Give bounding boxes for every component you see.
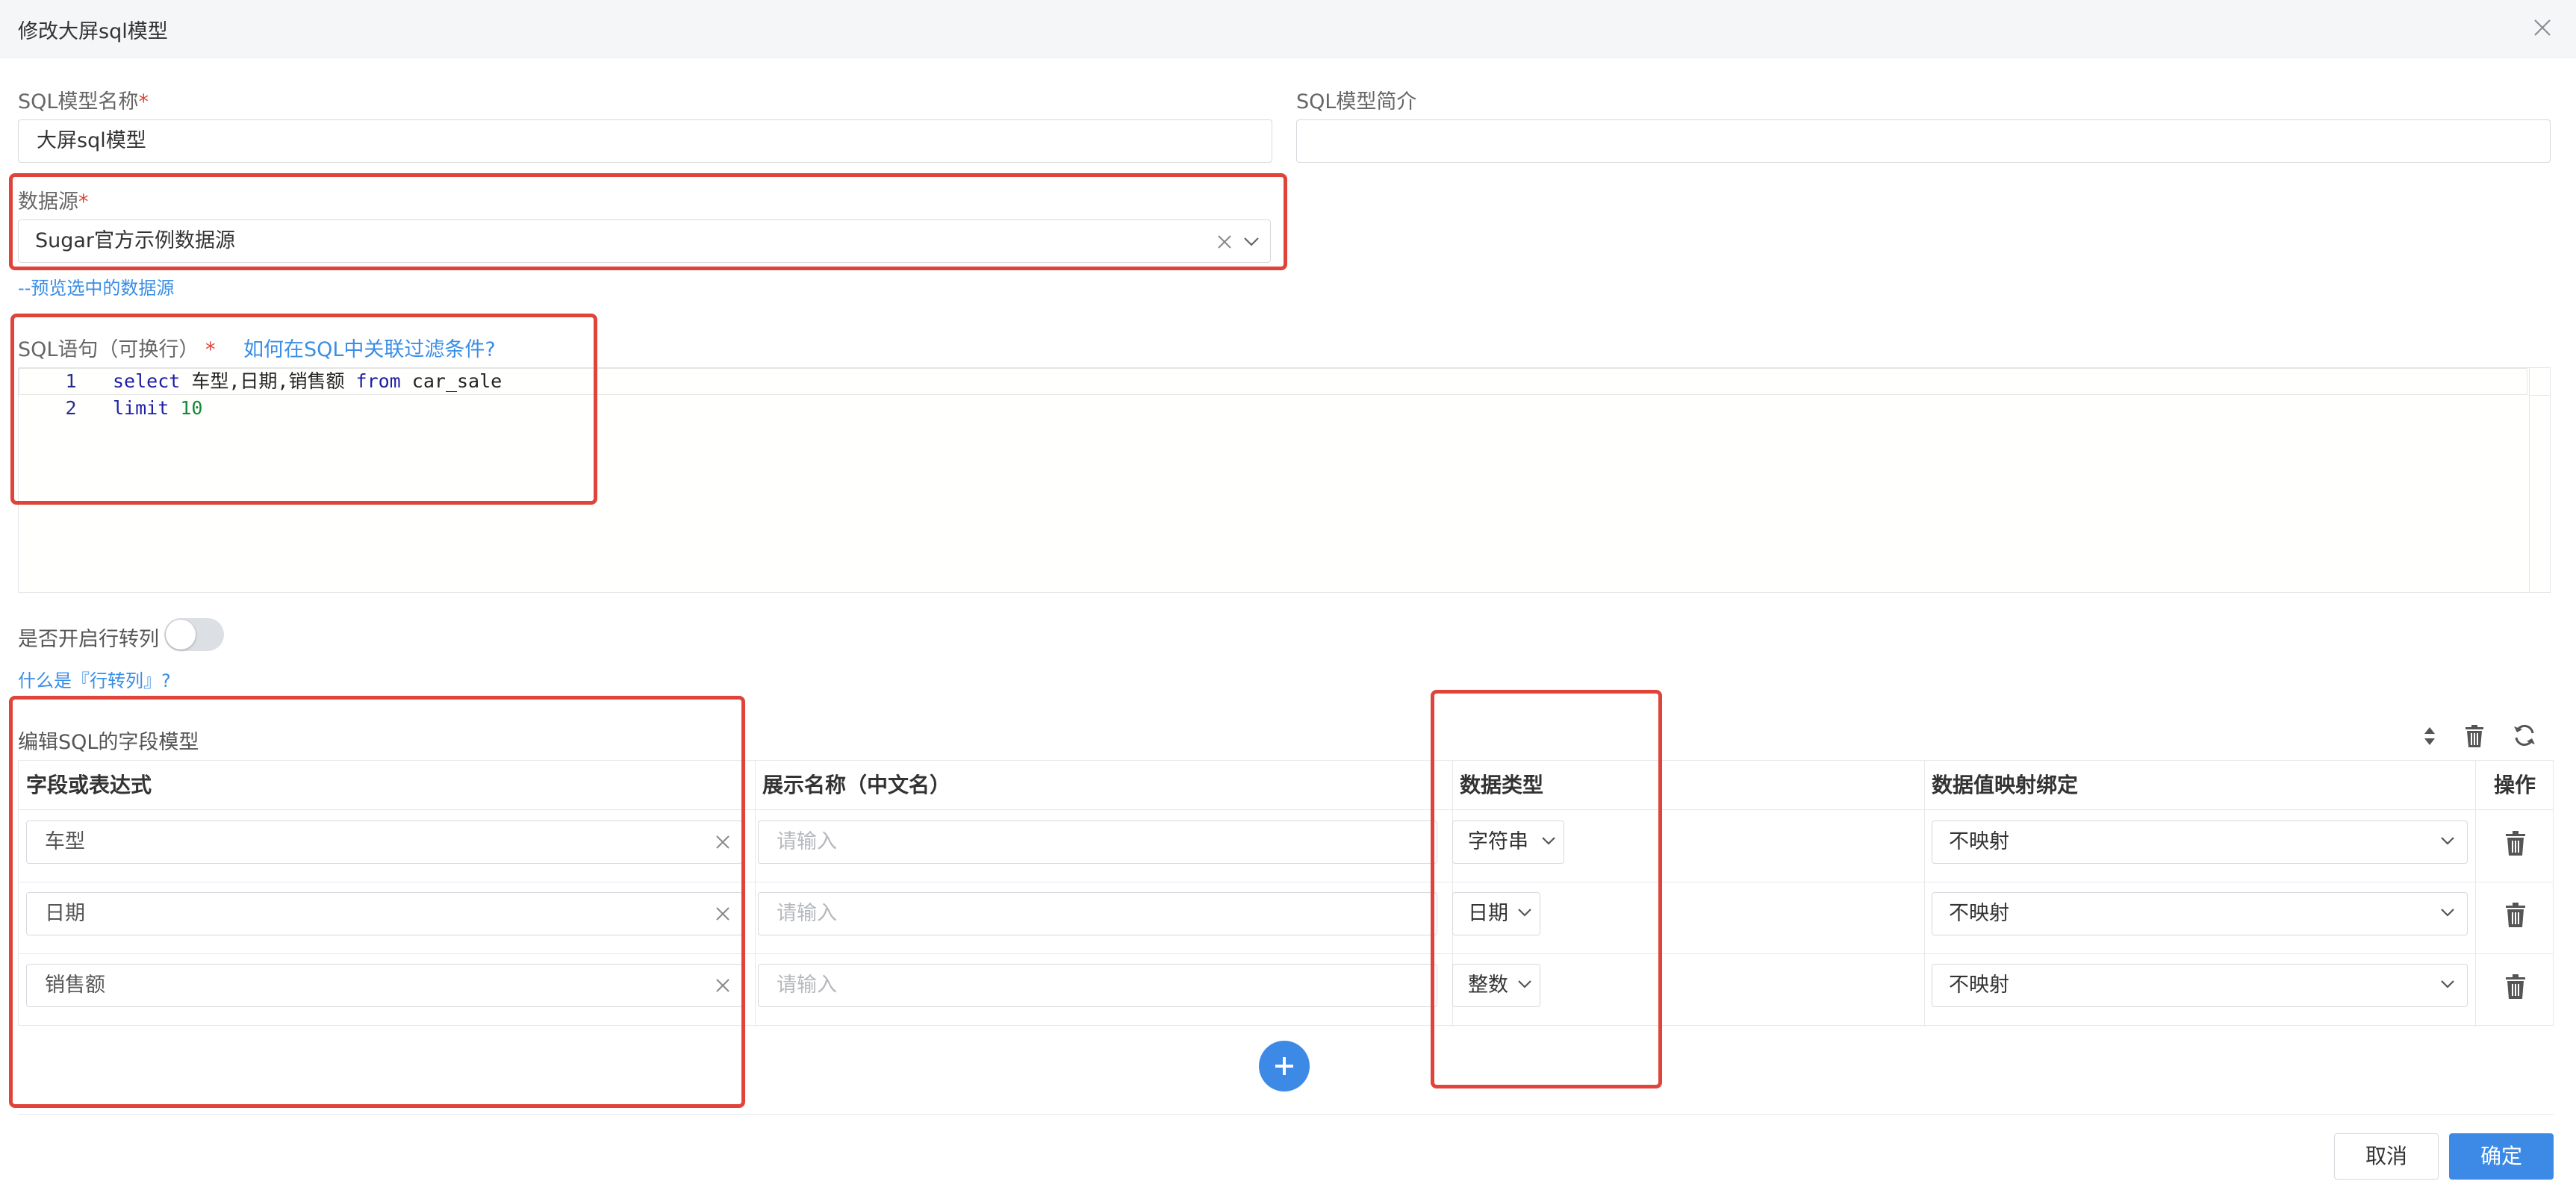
mapping-value: 不映射 (1949, 902, 2009, 925)
mapping-value: 不映射 (1949, 830, 2009, 853)
model-desc-label: SQL模型简介 (1296, 90, 1417, 113)
refresh-icon[interactable] (2512, 723, 2537, 748)
mapping-select[interactable]: 不映射 (1932, 820, 2468, 864)
model-name-input[interactable]: 大屏sql模型 (18, 119, 1272, 163)
model-desc-input[interactable] (1296, 119, 2551, 163)
preview-datasource-link[interactable]: --预览选中的数据源 (18, 273, 174, 299)
trash-icon[interactable] (2505, 974, 2526, 1000)
chevron-down-icon (2441, 980, 2454, 988)
row-to-col-toggle[interactable] (164, 618, 224, 651)
required-mark: * (138, 90, 149, 113)
annotation-box-data-type-column (1431, 690, 1662, 1088)
trash-icon[interactable] (2505, 903, 2526, 928)
display-name-input[interactable]: 请输入 (758, 892, 1437, 935)
mapping-select[interactable]: 不映射 (1932, 892, 2468, 935)
annotation-box-datasource (9, 173, 1287, 270)
ok-button[interactable]: 确定 (2449, 1133, 2554, 1180)
dialog-header: 修改大屏sql模型 (0, 0, 2576, 58)
mapping-value: 不映射 (1949, 974, 2009, 997)
add-field-button[interactable] (1259, 1041, 1310, 1091)
dialog-title: 修改大屏sql模型 (18, 20, 168, 43)
chevron-down-icon (2441, 909, 2454, 917)
footer-divider (18, 1114, 2554, 1115)
model-name-label: SQL模型名称* (18, 90, 149, 113)
mapping-select[interactable]: 不映射 (1932, 964, 2468, 1007)
edit-sql-model-dialog: 修改大屏sql模型 SQL模型名称* 大屏sql模型 SQL模型简介 数据源* … (0, 0, 2576, 1196)
chevron-down-icon (2441, 837, 2454, 845)
toggle-knob (166, 620, 196, 650)
display-name-input[interactable]: 请输入 (758, 964, 1437, 1007)
row-to-col-help-link[interactable]: 什么是『行转列』? (18, 666, 171, 692)
cancel-button[interactable]: 取消 (2334, 1133, 2439, 1180)
trash-icon[interactable] (2464, 724, 2485, 748)
editor-scrollbar[interactable] (2529, 368, 2550, 592)
col-header-actions: 操作 (2493, 773, 2536, 797)
close-icon[interactable] (2531, 16, 2554, 39)
col-header-mapping: 数据值映射绑定 (1932, 773, 2079, 797)
annotation-box-field-column (9, 696, 745, 1108)
plus-icon (1275, 1057, 1293, 1075)
sort-icon[interactable] (2422, 724, 2437, 748)
display-name-input[interactable]: 请输入 (758, 820, 1437, 864)
trash-icon[interactable] (2505, 831, 2526, 856)
annotation-box-sql (10, 314, 597, 505)
col-header-display-name: 展示名称（中文名） (762, 773, 951, 797)
row-to-col-label: 是否开启行转列 (18, 628, 159, 651)
